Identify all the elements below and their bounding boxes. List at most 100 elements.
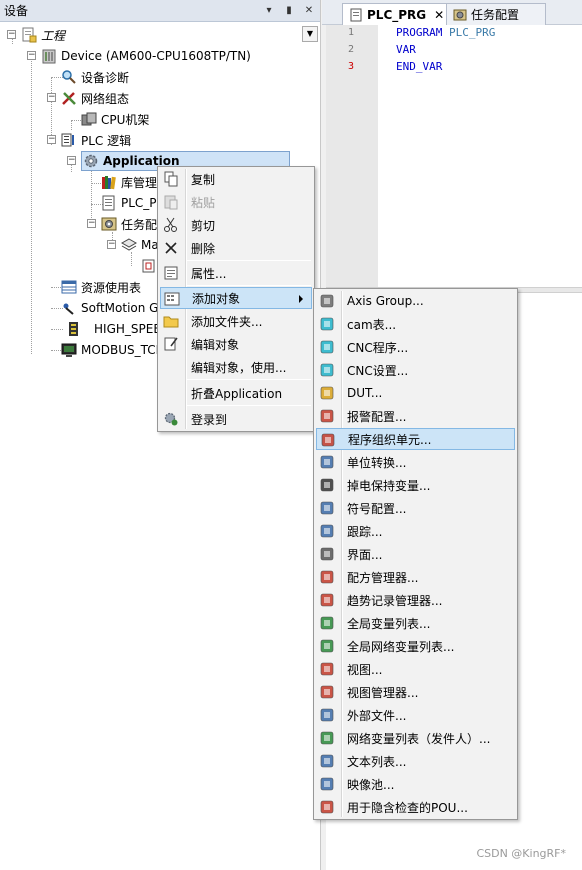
line-number-gutter: 1 2 3: [326, 25, 378, 287]
paste-icon: [163, 194, 179, 210]
submenu-item[interactable]: 配方管理器...: [316, 566, 515, 588]
pou-icon: [320, 432, 336, 448]
devices-panel-title: 设备: [4, 4, 29, 18]
external-file-icon: [319, 707, 335, 723]
cut-icon: [163, 217, 179, 233]
close-icon[interactable]: ✕: [302, 3, 316, 18]
dropdown-icon[interactable]: ▾: [262, 3, 276, 18]
tab-close-icon[interactable]: ✕: [434, 8, 444, 22]
submenu-item[interactable]: 界面...: [316, 543, 515, 565]
tree-item-network-config[interactable]: 网络组态: [61, 88, 129, 108]
task-config-tab-icon: [453, 8, 467, 22]
submenu-item[interactable]: 全局变量列表...: [316, 612, 515, 634]
devices-panel-titlebar: 设备 ▾ ▮ ✕: [0, 0, 320, 22]
code-line: END_VAR: [396, 60, 443, 73]
menu-item-edit-object[interactable]: 编辑对象: [160, 333, 312, 355]
collapse-toggle-task-config[interactable]: −: [87, 219, 96, 228]
submenu-item[interactable]: 用于隐含检查的POU...: [316, 796, 515, 818]
plc-logic-icon: [61, 132, 77, 148]
collapse-toggle-main-task[interactable]: −: [107, 240, 116, 249]
submenu-item[interactable]: 程序组织单元...: [316, 428, 515, 450]
menu-item-edit-object-with[interactable]: 编辑对象，使用...: [160, 356, 312, 378]
io-module-icon: [66, 321, 82, 337]
tree-item-device[interactable]: Device (AM600-CPU1608TP/TN): [41, 46, 251, 66]
text-list-icon: [319, 753, 335, 769]
submenu-item[interactable]: 全局网络变量列表...: [316, 635, 515, 657]
submenu-item[interactable]: 视图管理器...: [316, 681, 515, 703]
code-line: VAR: [396, 43, 416, 56]
submenu-item[interactable]: CNC设置...: [316, 359, 515, 381]
pou-call-icon: [141, 258, 157, 274]
pou-tab-icon: [349, 8, 363, 22]
menu-item-cut[interactable]: 剪切: [160, 214, 312, 236]
alarm-config-icon: [319, 408, 335, 424]
interface-icon: [319, 546, 335, 562]
declaration-editor[interactable]: 1 2 3 PROGRAM PLC_PRG VAR END_VAR: [326, 25, 582, 287]
table-icon: [61, 279, 77, 295]
tab-task-config[interactable]: 任务配置: [446, 3, 546, 25]
implicit-check-pou-icon: [319, 799, 335, 815]
add-object-icon: [164, 291, 180, 307]
tree-item-plc-prg[interactable]: PLC_PR: [101, 193, 165, 213]
collapse-toggle-project[interactable]: −: [7, 30, 16, 39]
properties-icon: [163, 265, 179, 281]
persistent-vars-icon: [319, 477, 335, 493]
tree-item-device-diagnosis[interactable]: 设备诊断: [61, 67, 129, 87]
line-number: 3: [347, 61, 355, 72]
submenu-item[interactable]: Axis Group...: [316, 290, 515, 312]
submenu-arrow-icon: [299, 295, 303, 303]
submenu-item[interactable]: 文本列表...: [316, 750, 515, 772]
trace-icon: [319, 523, 335, 539]
submenu-item[interactable]: DUT...: [316, 382, 515, 404]
submenu-item[interactable]: 符号配置...: [316, 497, 515, 519]
collapse-toggle-plc-logic[interactable]: −: [47, 135, 56, 144]
tree-item-modbus-tcp[interactable]: MODBUS_TCP (: [61, 340, 171, 360]
tree-scroll-down-button[interactable]: ▼: [302, 26, 318, 42]
submenu-item[interactable]: 视图...: [316, 658, 515, 680]
context-menu: 复制 粘贴 剪切 删除 属性... 添加对象 添加文件夹... 编辑对象 编辑对…: [157, 166, 315, 432]
menu-item-add-folder[interactable]: 添加文件夹...: [160, 310, 312, 332]
menu-item-collapse-application[interactable]: 折叠Application: [160, 382, 312, 404]
monitor-icon: [61, 342, 77, 358]
submenu-item[interactable]: 单位转换...: [316, 451, 515, 473]
submenu-item[interactable]: 跟踪...: [316, 520, 515, 542]
tree-item-high-speed[interactable]: HIGH_SPEED: [66, 319, 170, 339]
tree-item-library-manager[interactable]: 库管理: [101, 172, 157, 192]
submenu-item[interactable]: 掉电保持变量...: [316, 474, 515, 496]
submenu-item[interactable]: 外部文件...: [316, 704, 515, 726]
menu-item-delete[interactable]: 删除: [160, 237, 312, 259]
tree-item-project[interactable]: 工程: [21, 25, 65, 45]
tree-item-main-task[interactable]: Ma: [120, 235, 159, 255]
magnifier-icon: [61, 69, 77, 85]
pin-icon[interactable]: ▮: [282, 3, 296, 18]
code-line: PROGRAM PLC_PRG: [396, 26, 496, 39]
submenu-item[interactable]: 映像池...: [316, 773, 515, 795]
submenu-item[interactable]: 报警配置...: [316, 405, 515, 427]
recipe-manager-icon: [319, 569, 335, 585]
visu-icon: [319, 661, 335, 677]
gear-icon: [83, 153, 99, 169]
tree-item-task-config[interactable]: 任务配: [101, 214, 157, 234]
dut-icon: [319, 385, 335, 401]
submenu-item[interactable]: cam表...: [316, 313, 515, 335]
menu-item-copy[interactable]: 复制: [160, 168, 312, 190]
collapse-toggle-device[interactable]: −: [27, 51, 36, 60]
cnc-program-icon: [319, 339, 335, 355]
tree-item-plc-logic[interactable]: PLC 逻辑: [61, 130, 131, 150]
submenu-item[interactable]: 趋势记录管理器...: [316, 589, 515, 611]
device-tree: − − − − − − − 工程 Device (AM600-CPU1608TP…: [0, 22, 320, 870]
submenu-item[interactable]: 网络变量列表（发件人）...: [316, 727, 515, 749]
tree-item-cpu-rack[interactable]: CPU机架: [81, 109, 149, 129]
folder-icon: [163, 313, 179, 329]
submenu-item[interactable]: CNC程序...: [316, 336, 515, 358]
tree-item-resource-usage[interactable]: 资源使用表: [61, 277, 141, 297]
menu-item-properties[interactable]: 属性...: [160, 262, 312, 284]
menu-item-login[interactable]: 登录到: [160, 408, 312, 430]
line-number: 2: [347, 44, 355, 55]
collapse-toggle-network[interactable]: −: [47, 93, 56, 102]
task-config-icon: [101, 216, 117, 232]
copy-icon: [163, 171, 179, 187]
menu-item-add-object[interactable]: 添加对象: [160, 287, 312, 309]
collapse-toggle-application[interactable]: −: [67, 156, 76, 165]
menu-item-paste: 粘贴: [160, 191, 312, 213]
